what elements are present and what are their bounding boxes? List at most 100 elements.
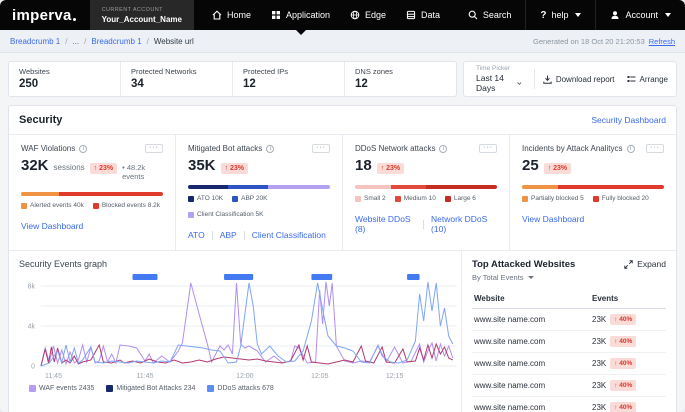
incidents-view-dashboard-link[interactable]: View Dashboard: [522, 214, 584, 224]
divider: [244, 231, 245, 240]
trend-badge: ↑ 23%: [221, 163, 248, 174]
legend-swatch-icon: [355, 196, 361, 202]
nav-item-home[interactable]: Home: [212, 0, 251, 30]
trend-badge: ↑ 40%: [610, 314, 636, 325]
bar-segment: [21, 192, 59, 196]
client-classification-link[interactable]: Client Classification: [252, 230, 326, 240]
application-icon: [271, 10, 281, 20]
website-ddos-link[interactable]: Website DDoS (8): [355, 214, 416, 234]
legend-swatch-icon: [188, 212, 194, 218]
bar-segment: [59, 192, 163, 196]
generated-timestamp: Generated on 18 Oct 20 21:20:53: [533, 37, 645, 46]
waf-stacked-bar: [21, 192, 163, 196]
legend-swatch-icon: [188, 196, 194, 202]
svg-text:12:00: 12:00: [236, 373, 254, 380]
network-ddos-link[interactable]: Network DDoS (10): [431, 214, 497, 234]
column-header-website: Website: [474, 294, 592, 303]
abp-link[interactable]: ABP: [220, 230, 237, 240]
ddos-attacks-value: 18: [355, 157, 372, 174]
top-attacked-websites-pane: Top Attacked Websites By Total Events Ex…: [462, 251, 676, 412]
table-row[interactable]: www.site name.com 23K↑ 40%: [472, 397, 666, 412]
legend-item: Blocked events 8.2k: [93, 202, 160, 209]
legend-swatch-icon: [106, 385, 113, 392]
data-icon: [406, 10, 416, 20]
legend-swatch-icon: [93, 203, 99, 209]
graph-title: Security Events graph: [19, 259, 451, 269]
stat-protected-ips: Protected IPs 12: [233, 62, 345, 96]
bar-segment: [268, 185, 330, 189]
help-menu[interactable]: ? help: [525, 0, 595, 30]
chevron-down-icon: [517, 81, 522, 86]
help-icon: ?: [540, 10, 546, 21]
breadcrumb-current: Website url: [154, 37, 194, 46]
refresh-link[interactable]: Refresh: [649, 37, 675, 46]
trend-badge: ↑ 23%: [377, 163, 404, 174]
legend-item: Small 2: [355, 195, 386, 202]
legend-item: ABP 20K: [232, 195, 267, 202]
breadcrumb-bar: Breadcrumb 1 / ... / Breadcrumb 1 / Webs…: [0, 30, 685, 53]
bar-segment: [355, 185, 391, 189]
legend-item: Alerted events 40k: [21, 202, 84, 209]
info-icon[interactable]: i: [627, 145, 635, 153]
bot-stacked-bar: [188, 185, 330, 189]
svg-text:12:05: 12:05: [311, 373, 329, 380]
trend-badge: ↑ 40%: [610, 380, 636, 391]
incidents-value: 25: [522, 157, 539, 174]
account-menu[interactable]: Account: [595, 0, 685, 30]
metric-waf-violations: WAF Violations i ··· 32K sessions ↑ 23% …: [9, 135, 176, 250]
chevron-down-icon: [665, 13, 671, 17]
svg-text:11:45: 11:45: [137, 373, 154, 380]
more-options-icon[interactable]: ···: [479, 144, 497, 153]
expand-icon: [624, 260, 633, 269]
expand-button[interactable]: Expand: [624, 259, 666, 269]
info-icon[interactable]: i: [439, 145, 447, 153]
security-dashboard-link[interactable]: Security Dashboard: [591, 115, 666, 125]
table-row[interactable]: www.site name.com 23K↑ 40%: [472, 309, 666, 331]
legend-swatch-icon: [445, 196, 451, 202]
bar-segment: [558, 185, 665, 189]
breadcrumb-item-1[interactable]: Breadcrumb 1: [10, 37, 60, 46]
download-report-button[interactable]: Download report: [543, 75, 615, 84]
imperva-logo[interactable]: imperva: [0, 0, 90, 30]
nav-item-data[interactable]: Data: [406, 0, 440, 30]
divider: [212, 231, 213, 240]
legend-item: Medium 10: [395, 195, 436, 202]
info-icon[interactable]: i: [266, 145, 274, 153]
bar-segment: [228, 185, 268, 189]
current-account-name: Your_Account_Name: [102, 15, 182, 24]
legend-swatch-icon: [522, 196, 528, 202]
bot-attacks-value: 35K: [188, 157, 216, 174]
breadcrumb-ellipsis[interactable]: ...: [72, 37, 79, 46]
legend-item: Large 6: [445, 195, 476, 202]
more-options-icon[interactable]: ···: [646, 144, 664, 153]
sort-filter-dropdown[interactable]: By Total Events: [472, 273, 575, 282]
chevron-down-icon: [575, 13, 581, 17]
table-row[interactable]: www.site name.com 23K↑ 40%: [472, 353, 666, 375]
more-options-icon[interactable]: ···: [145, 144, 163, 153]
ato-link[interactable]: ATO: [188, 230, 205, 240]
more-options-icon[interactable]: ···: [312, 144, 330, 153]
bar-segment: [391, 185, 427, 189]
application-active-indicator: [296, 30, 306, 35]
table-row[interactable]: www.site name.com 23K↑ 40%: [472, 375, 666, 397]
logo-dot-icon: [73, 18, 76, 21]
table-row[interactable]: www.site name.com 23K↑ 40%: [472, 331, 666, 353]
legend-swatch-icon: [207, 385, 214, 392]
legend-item: Partially blocked 5: [522, 195, 584, 202]
legend-item: DDoS attacks 678: [207, 385, 273, 392]
top-attacked-title: Top Attacked Websites: [472, 259, 575, 270]
breadcrumb-item-2[interactable]: Breadcrumb 1: [91, 37, 141, 46]
svg-text:11:45: 11:45: [45, 373, 62, 380]
security-events-chart[interactable]: 04k8k11:4511:4512:0012:0512:15: [19, 271, 462, 383]
waf-view-dashboard-link[interactable]: View Dashboard: [21, 221, 83, 231]
legend-item: WAF events 2435: [29, 385, 94, 392]
current-account-box[interactable]: CURRENT ACCOUNT Your_Account_Name: [90, 0, 194, 30]
security-section-title: Security: [19, 114, 62, 126]
info-icon[interactable]: i: [79, 145, 87, 153]
search-button[interactable]: Search: [454, 0, 526, 30]
arrange-button[interactable]: Arrange: [627, 75, 668, 84]
time-picker[interactable]: Time Picker Last 14 Days: [472, 65, 526, 93]
nav-item-edge[interactable]: Edge: [350, 0, 386, 30]
current-account-label: CURRENT ACCOUNT: [102, 7, 182, 13]
nav-item-application[interactable]: Application: [271, 0, 330, 30]
